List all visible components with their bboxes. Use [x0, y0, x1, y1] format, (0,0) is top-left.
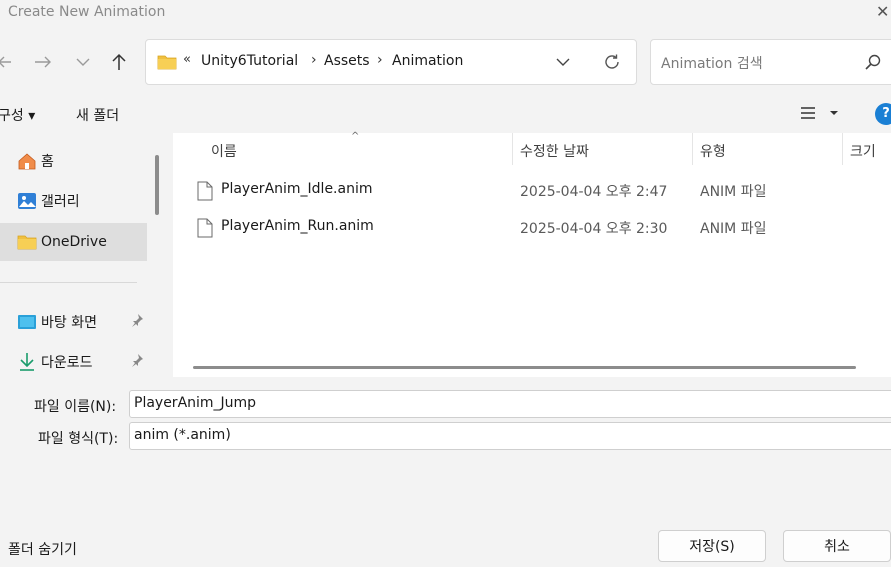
filetype-value: anim (*.anim): [134, 427, 231, 443]
help-icon[interactable]: ?: [875, 103, 891, 125]
file-type: ANIM 파일: [700, 221, 767, 237]
file-type: ANIM 파일: [700, 184, 767, 200]
nav-item-label: OneDrive: [41, 234, 107, 250]
nav-item-label: 바탕 화면: [41, 315, 97, 331]
file-row[interactable]: PlayerAnim_Run.anim 2025-04-04 오후 2:30 A…: [173, 209, 891, 245]
breadcrumb-animation[interactable]: Animation: [392, 53, 463, 69]
breadcrumb-unity6tutorial[interactable]: Unity6Tutorial: [201, 53, 298, 69]
column-header-date[interactable]: 수정한 날짜: [520, 141, 589, 161]
arrow-right-icon: [35, 56, 51, 68]
folder-icon: [157, 54, 177, 74]
nav-item-label: 홈: [41, 154, 54, 170]
save-dialog: Create New Animation ✕ « Unity6Tutorial …: [0, 0, 891, 567]
nav-item-label: 갤러리: [41, 194, 80, 210]
save-button[interactable]: 저장(S): [658, 530, 766, 562]
chevron-right-icon[interactable]: ›: [377, 52, 383, 68]
home-icon: [16, 150, 38, 172]
file-row[interactable]: PlayerAnim_Idle.anim 2025-04-04 오후 2:47 …: [173, 172, 891, 208]
column-header-name[interactable]: 이름: [211, 141, 237, 161]
organize-button[interactable]: 구성 ▾: [0, 105, 35, 125]
filetype-label: 파일 형식(T):: [38, 431, 119, 447]
nav-divider: [0, 282, 137, 283]
new-folder-button[interactable]: 새 폴더: [76, 105, 119, 125]
desktop-icon: [16, 311, 38, 333]
nav-item-desktop[interactable]: 바탕 화면: [0, 303, 147, 341]
view-options-button[interactable]: [800, 106, 840, 124]
file-icon: [197, 181, 213, 205]
arrow-up-icon: [112, 53, 126, 70]
arrow-left-icon: [0, 56, 11, 68]
window-title: Create New Animation: [8, 4, 166, 20]
nav-item-home[interactable]: 홈: [0, 142, 147, 180]
search-icon[interactable]: [865, 54, 881, 74]
file-date: 2025-04-04 오후 2:30: [520, 221, 668, 237]
forward-button[interactable]: [30, 49, 56, 75]
chevron-right-icon[interactable]: ›: [311, 52, 317, 68]
column-header-size[interactable]: 크기: [850, 141, 876, 161]
file-icon: [197, 218, 213, 242]
download-icon: [16, 351, 38, 373]
refresh-icon[interactable]: [603, 53, 621, 75]
nav-item-downloads[interactable]: 다운로드: [0, 343, 147, 381]
pin-icon[interactable]: [130, 353, 144, 371]
chevron-down-icon: [76, 58, 90, 66]
list-view-icon: [801, 107, 838, 119]
column-divider[interactable]: [692, 133, 693, 165]
cancel-button[interactable]: 취소: [783, 530, 891, 562]
column-divider[interactable]: [842, 133, 843, 165]
address-bar[interactable]: « Unity6Tutorial › Assets › Animation: [145, 39, 637, 85]
pin-icon[interactable]: [130, 313, 144, 331]
sort-ascending-icon: ^: [351, 131, 360, 142]
breadcrumb-overflow[interactable]: «: [183, 52, 191, 67]
navigation-pane: 홈 갤러리 OneDrive 바탕 화면 다운로드: [0, 133, 160, 377]
nav-item-onedrive[interactable]: OneDrive: [0, 223, 147, 261]
recent-locations-button[interactable]: [70, 49, 96, 75]
file-list: ^ 이름 수정한 날짜 유형 크기 PlayerAnim_Idle.anim 2…: [173, 131, 891, 377]
folder-icon: [16, 231, 38, 253]
title-bar: Create New Animation ✕: [0, 0, 891, 28]
filetype-select[interactable]: anim (*.anim): [129, 422, 891, 450]
breadcrumb-assets[interactable]: Assets: [324, 53, 370, 69]
filename-input[interactable]: PlayerAnim_Jump: [134, 395, 256, 411]
nav-item-label: 다운로드: [41, 355, 93, 371]
back-button[interactable]: [0, 49, 18, 75]
gallery-icon: [16, 190, 38, 212]
column-divider[interactable]: [512, 133, 513, 165]
column-header-type[interactable]: 유형: [700, 141, 726, 161]
horizontal-scrollbar[interactable]: [193, 366, 856, 369]
file-date: 2025-04-04 오후 2:47: [520, 184, 668, 200]
search-input[interactable]: Animation 검색: [661, 53, 763, 73]
up-button[interactable]: [106, 49, 132, 75]
hide-folders-button[interactable]: 폴더 숨기기: [8, 539, 77, 559]
address-dropdown-icon[interactable]: [556, 55, 570, 71]
nav-item-gallery[interactable]: 갤러리: [0, 182, 147, 220]
file-name: PlayerAnim_Run.anim: [221, 218, 374, 234]
command-bar: 구성 ▾ 새 폴더 ?: [0, 95, 891, 133]
search-box[interactable]: Animation 검색: [650, 39, 891, 85]
nav-scrollbar[interactable]: [155, 155, 159, 215]
filename-label: 파일 이름(N):: [34, 399, 117, 415]
filename-field[interactable]: PlayerAnim_Jump: [129, 390, 891, 418]
file-name: PlayerAnim_Idle.anim: [221, 181, 373, 197]
close-icon[interactable]: ✕: [876, 2, 889, 21]
